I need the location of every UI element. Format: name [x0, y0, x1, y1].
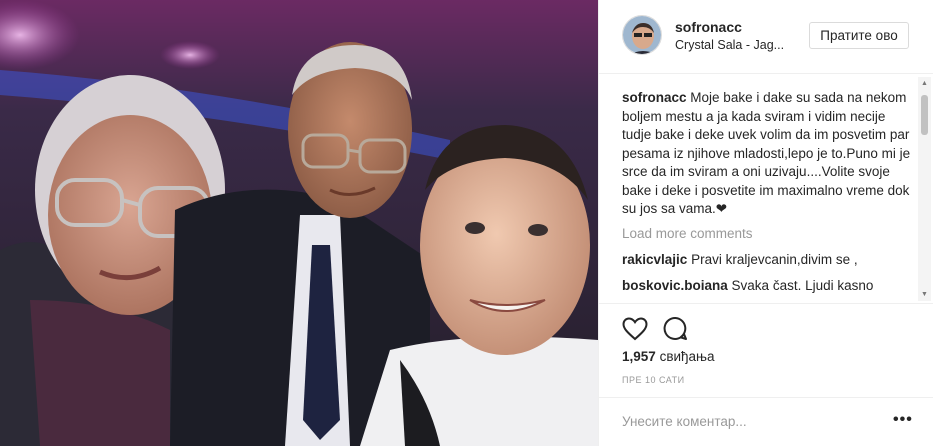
- follow-button[interactable]: Пратите ово: [809, 22, 909, 49]
- heart-icon[interactable]: [622, 317, 648, 341]
- instagram-post: sofronacc Crystal Sala - Jag... Пратите …: [0, 0, 933, 446]
- avatar[interactable]: [622, 15, 662, 55]
- comments-list: sofronacc Moje bake i dake su sada na ne…: [622, 89, 917, 303]
- more-options-icon[interactable]: •••: [893, 411, 913, 429]
- comment-username[interactable]: rakicvlajic: [622, 252, 687, 267]
- post-header: sofronacc Crystal Sala - Jag... Пратите …: [599, 0, 933, 74]
- comment-username[interactable]: boskovic.boiana: [622, 278, 728, 293]
- load-more-comments-link[interactable]: Load more comments: [622, 225, 917, 244]
- comment-input[interactable]: [622, 414, 862, 429]
- caption-text: Moje bake i dake su sada na nekom boljem…: [622, 90, 911, 216]
- post-location[interactable]: Crystal Sala - Jag...: [675, 38, 805, 52]
- selfie-photo-illustration: [0, 0, 598, 446]
- likes-label: свиђања: [659, 349, 715, 364]
- post-author-username[interactable]: sofronacc: [675, 19, 742, 35]
- caption-username[interactable]: sofronacc: [622, 90, 687, 105]
- scroll-down-arrow-icon[interactable]: ▼: [920, 290, 929, 299]
- scrollbar-thumb[interactable]: [921, 95, 928, 135]
- scroll-up-arrow-icon[interactable]: ▲: [920, 79, 929, 88]
- comment-item: boskovic.boiana Svaka čast. Ljudi kasno: [622, 277, 917, 296]
- comment-text: Svaka čast. Ljudi kasno: [731, 277, 874, 293]
- likes-number: 1,957: [622, 349, 656, 364]
- comment-text: Pravi kraljevcanin,divim se ,: [691, 252, 858, 267]
- avatar-image: [623, 16, 661, 54]
- post-timestamp[interactable]: ПРЕ 10 САТИ: [622, 375, 685, 385]
- comments-scrollbar[interactable]: ▲ ▼: [918, 77, 931, 301]
- likes-count[interactable]: 1,957 свиђања: [622, 349, 715, 364]
- comment-bubble-icon[interactable]: [663, 316, 688, 341]
- post-sidebar: sofronacc Crystal Sala - Jag... Пратите …: [598, 0, 933, 446]
- comment-item: rakicvlajic Pravi kraljevcanin,divim se …: [622, 251, 917, 270]
- actions-divider: [599, 303, 933, 304]
- add-comment-section: •••: [599, 397, 933, 446]
- post-caption: sofronacc Moje bake i dake su sada na ne…: [622, 89, 917, 219]
- post-photo[interactable]: [0, 0, 598, 446]
